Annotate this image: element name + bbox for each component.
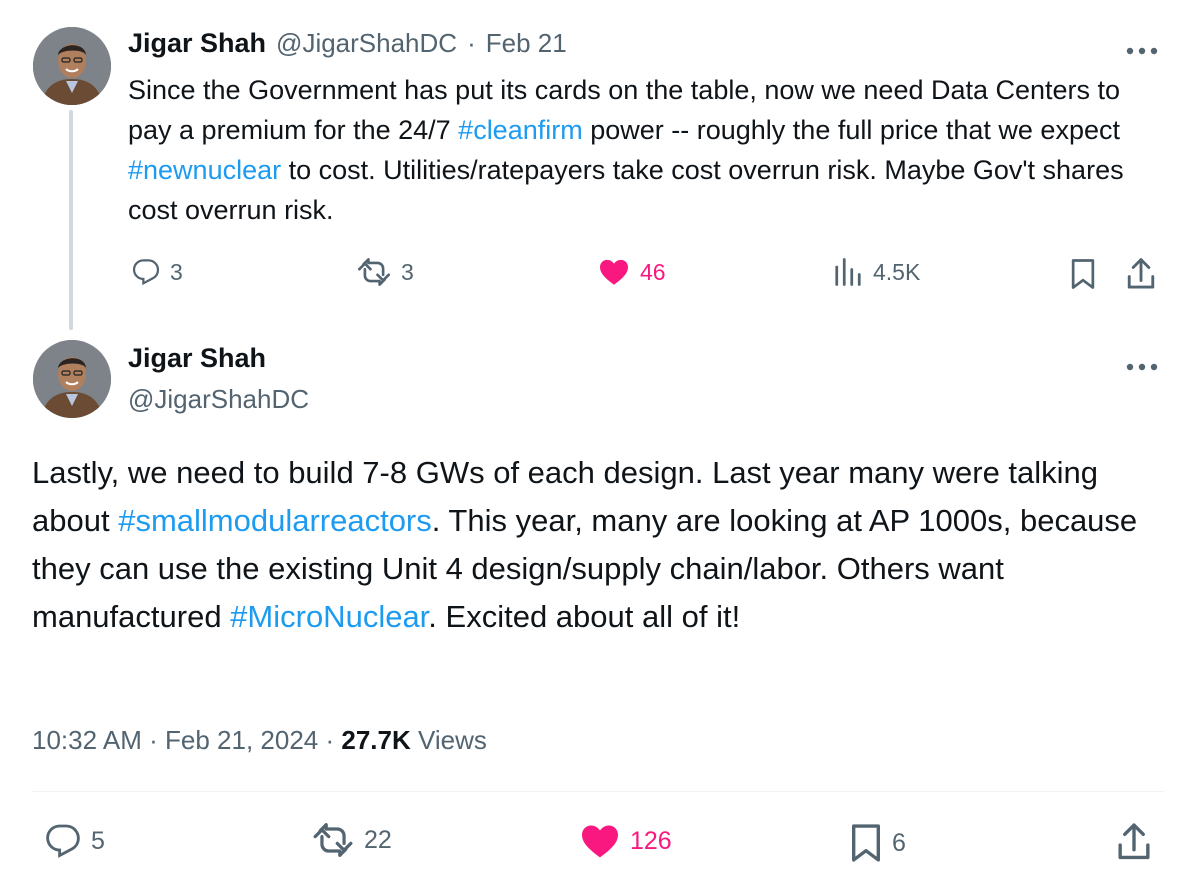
retweet-button[interactable]: 22 [312,823,392,857]
like-button[interactable]: 126 [580,823,672,859]
divider [32,791,1164,792]
like-count: 126 [630,826,672,855]
tweet-text-segment: . Excited about all of it! [428,599,741,634]
reply-button[interactable]: 5 [45,823,105,859]
retweet-count: 3 [401,258,414,285]
reply-icon [132,258,160,286]
views-label: Views [418,725,487,755]
bookmark-icon[interactable] [1070,258,1096,290]
views-button[interactable]: 4.5K [833,258,920,286]
separator-dot: · [325,725,335,755]
bookmark-button[interactable]: 6 [850,823,906,863]
reply-count: 3 [170,258,183,285]
hashtag-link[interactable]: #cleanfirm [458,115,583,145]
views-count: 27.7K [341,725,411,755]
tweet-date[interactable]: Feb 21, 2024 [165,725,318,755]
hashtag-link[interactable]: #smallmodularreactors [118,503,432,538]
like-button[interactable]: 46 [598,258,666,286]
separator-dot: · [149,725,158,755]
hashtag-link[interactable]: #MicroNuclear [230,599,428,634]
retweet-icon [312,823,354,857]
share-icon[interactable] [1115,822,1153,862]
thread-connector-line [69,110,73,330]
retweet-button[interactable]: 3 [357,258,414,286]
retweet-count: 22 [364,825,392,854]
bookmark-count: 6 [892,828,906,857]
tweet-timestamp: 10:32 AM · Feb 21, 2024 · 27.7K Views [32,725,487,756]
reply-count: 5 [91,826,105,855]
tweet-text: Since the Government has put its cards o… [128,70,1168,230]
like-icon [598,258,630,286]
avatar[interactable] [33,27,111,105]
tweet-header: Jigar Shah @JigarShahDC · Feb 21 [128,28,567,59]
more-icon[interactable] [1125,352,1159,378]
like-icon [580,823,620,859]
tweet-text-segment: power -- roughly the full price that we … [582,115,1120,145]
author-name[interactable]: Jigar Shah [128,28,266,59]
avatar[interactable] [33,340,111,418]
reply-icon [45,823,81,859]
reply-button[interactable]: 3 [132,258,183,286]
tweet-text: Lastly, we need to build 7-8 GWs of each… [32,449,1172,641]
share-icon[interactable] [1125,257,1157,291]
author-name[interactable]: Jigar Shah [128,343,266,374]
bookmark-icon [850,823,882,863]
retweet-icon [357,258,391,286]
views-icon [833,258,863,286]
tweet-date[interactable]: Feb 21 [486,28,567,59]
views-count: 4.5K [873,258,921,285]
author-handle[interactable]: @JigarShahDC [128,384,309,415]
more-icon[interactable] [1125,36,1159,62]
hashtag-link[interactable]: #newnuclear [128,155,281,185]
tweet-time[interactable]: 10:32 AM [32,725,142,755]
separator-dot: · [467,28,476,58]
author-handle[interactable]: @JigarShahDC [276,28,457,59]
like-count: 46 [640,258,666,285]
